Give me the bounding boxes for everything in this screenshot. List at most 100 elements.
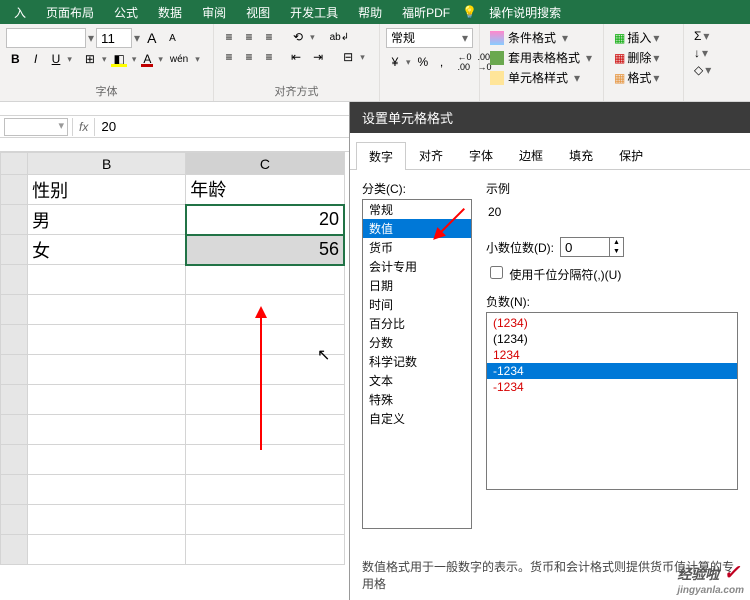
align-right-icon[interactable]: ≡	[260, 48, 278, 66]
cell[interactable]: 性别	[28, 175, 186, 205]
category-item[interactable]: 文本	[363, 371, 471, 390]
ribbon-tab[interactable]: 公式	[104, 4, 148, 21]
align-middle-icon[interactable]: ≡	[240, 28, 258, 46]
ribbon-tab[interactable]: 帮助	[348, 4, 392, 21]
dialog-tab-protection[interactable]: 保护	[606, 141, 656, 169]
conditional-formatting-button[interactable]: 条件格式▾	[486, 28, 597, 47]
negative-option-selected[interactable]: -1234	[487, 363, 737, 379]
align-center-icon[interactable]: ≡	[240, 48, 258, 66]
ribbon-tab[interactable]: 审阅	[192, 4, 236, 21]
align-left-icon[interactable]: ≡	[220, 48, 238, 66]
ribbon-tab[interactable]: 视图	[236, 4, 280, 21]
spinner-down-icon[interactable]: ▼	[610, 247, 623, 256]
negative-option[interactable]: (1234)	[487, 331, 737, 347]
category-item[interactable]: 自定义	[363, 409, 471, 428]
decimal-places-spinner[interactable]: ▲▼	[560, 237, 624, 257]
delete-cells-button[interactable]: ▦删除▾	[610, 48, 677, 67]
negatives-listbox[interactable]: (1234) (1234) 1234 -1234 -1234	[486, 312, 738, 490]
tell-me-search[interactable]: 操作说明搜索	[479, 4, 571, 21]
ribbon-tab[interactable]: 福昕PDF	[392, 4, 460, 21]
comma-icon[interactable]: ,	[433, 53, 451, 71]
category-item[interactable]: 特殊	[363, 390, 471, 409]
cell[interactable]	[28, 475, 186, 505]
category-item[interactable]: 货币	[363, 238, 471, 257]
category-item[interactable]: 科学记数	[363, 352, 471, 371]
negative-option[interactable]: -1234	[487, 379, 737, 395]
cell[interactable]	[186, 535, 344, 565]
cell[interactable]	[28, 415, 186, 445]
cell[interactable]	[186, 385, 344, 415]
decimal-places-input[interactable]	[561, 238, 609, 256]
cell[interactable]	[186, 265, 344, 295]
ribbon-tab[interactable]: 数据	[148, 4, 192, 21]
format-cells-button[interactable]: ▦格式▾	[610, 68, 677, 87]
dialog-tab-font[interactable]: 字体	[456, 141, 506, 169]
percent-icon[interactable]: %	[413, 53, 431, 71]
category-item[interactable]: 日期	[363, 276, 471, 295]
cell[interactable]	[28, 355, 186, 385]
ribbon-tab[interactable]: 入	[4, 4, 36, 21]
column-header[interactable]: B	[28, 153, 186, 175]
align-top-icon[interactable]: ≡	[220, 28, 238, 46]
number-format-select[interactable]: 常规	[386, 28, 473, 48]
row-header[interactable]	[1, 535, 28, 565]
dialog-tab-number[interactable]: 数字	[356, 142, 406, 170]
bold-button[interactable]: B	[6, 50, 25, 68]
row-header[interactable]	[1, 505, 28, 535]
row-header[interactable]	[1, 415, 28, 445]
cell-styles-button[interactable]: 单元格样式▾	[486, 68, 597, 87]
cell[interactable]: 女	[28, 235, 186, 265]
ribbon-tab[interactable]: 开发工具	[280, 4, 348, 21]
row-header[interactable]	[1, 235, 28, 265]
align-bottom-icon[interactable]: ≡	[260, 28, 278, 46]
category-listbox[interactable]: 常规 数值 货币 会计专用 日期 时间 百分比 分数 科学记数 文本 特殊 自定…	[362, 199, 472, 529]
row-header[interactable]	[1, 355, 28, 385]
cell[interactable]	[28, 325, 186, 355]
underline-button[interactable]: U	[47, 50, 66, 68]
cell-active[interactable]: 20	[186, 205, 344, 235]
cell-selected[interactable]: 56	[186, 235, 344, 265]
wrap-text-icon[interactable]: ab↲	[325, 30, 355, 45]
border-icon[interactable]: ⊞	[80, 50, 100, 68]
currency-icon[interactable]: ¥	[386, 53, 404, 71]
cell[interactable]	[186, 505, 344, 535]
name-box[interactable]	[4, 118, 68, 136]
fill-color-icon[interactable]: ◧	[108, 50, 129, 68]
negative-option[interactable]: (1234)	[487, 315, 737, 331]
category-item[interactable]: 分数	[363, 333, 471, 352]
phonetic-guide-icon[interactable]: wén	[165, 52, 193, 67]
indent-increase-icon[interactable]: ⇥	[308, 48, 328, 66]
row-header[interactable]	[1, 295, 28, 325]
thousands-separator-checkbox[interactable]: 使用千位分隔符(,)(U)	[486, 268, 621, 282]
font-color-icon[interactable]: A	[138, 50, 156, 68]
cell[interactable]	[186, 445, 344, 475]
ribbon-tab[interactable]: 页面布局	[36, 4, 104, 21]
cell[interactable]	[28, 265, 186, 295]
format-as-table-button[interactable]: 套用表格格式▾	[486, 48, 597, 67]
decrease-font-icon[interactable]: A	[163, 31, 181, 46]
increase-font-icon[interactable]: A	[142, 28, 161, 48]
fx-icon[interactable]: fx	[72, 118, 95, 136]
row-header[interactable]	[1, 265, 28, 295]
font-name-input[interactable]	[6, 28, 86, 48]
insert-cells-button[interactable]: ▦插入▾	[610, 28, 677, 47]
indent-decrease-icon[interactable]: ⇤	[286, 48, 306, 66]
category-item-selected[interactable]: 数值	[363, 219, 471, 238]
row-header[interactable]	[1, 385, 28, 415]
spinner-up-icon[interactable]: ▲	[610, 238, 623, 247]
increase-decimal-icon[interactable]: ←0 .00	[453, 50, 471, 74]
row-header[interactable]	[1, 445, 28, 475]
cell[interactable]: 男	[28, 205, 186, 235]
select-all-corner[interactable]	[1, 153, 28, 175]
category-item[interactable]: 百分比	[363, 314, 471, 333]
cell[interactable]	[28, 295, 186, 325]
negative-option[interactable]: 1234	[487, 347, 737, 363]
row-header[interactable]	[1, 325, 28, 355]
row-header[interactable]	[1, 175, 28, 205]
cell[interactable]	[186, 415, 344, 445]
dialog-tab-border[interactable]: 边框	[506, 141, 556, 169]
merge-center-icon[interactable]: ⊟	[338, 48, 358, 66]
column-header[interactable]: C	[186, 153, 344, 175]
cell[interactable]: 年龄	[186, 175, 344, 205]
category-item[interactable]: 会计专用	[363, 257, 471, 276]
